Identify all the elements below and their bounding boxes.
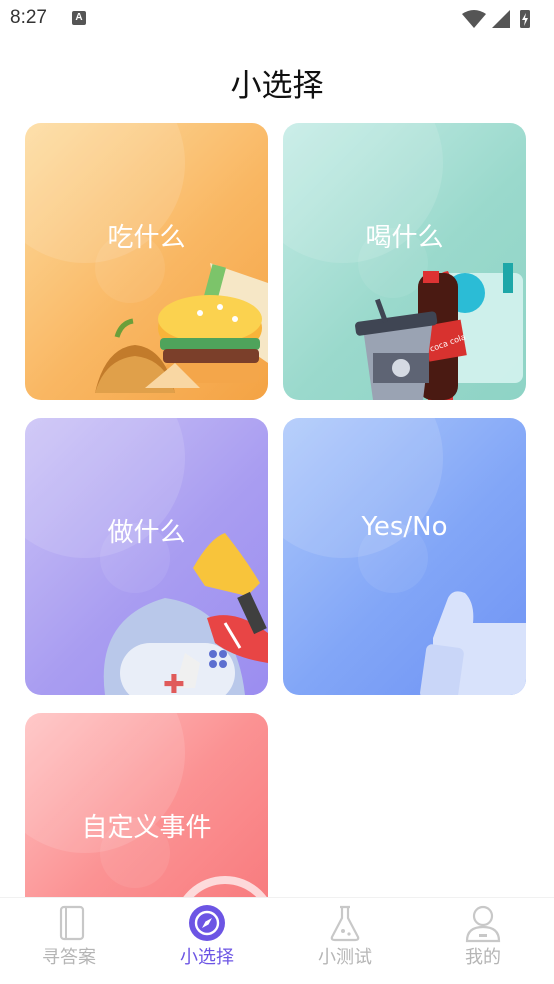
notification-icon: A <box>72 11 86 25</box>
page-title: 小选择 <box>230 68 324 104</box>
nav-label-answers: 寻答案 <box>42 947 96 968</box>
drinks-illustration: coca cola <box>355 263 523 400</box>
nav-label-choices: 小选择 <box>180 947 234 968</box>
nav-label-quiz: 小测试 <box>318 947 372 968</box>
nav-label-mine: 我的 <box>465 947 501 968</box>
nav-item-quiz[interactable]: 小测试 <box>276 898 414 984</box>
book-icon <box>59 905 85 941</box>
card-custom[interactable]: 自定义事件 <box>25 713 268 897</box>
status-time: 8:27 <box>10 7 47 28</box>
nav-item-choices[interactable]: 小选择 <box>138 898 276 984</box>
custom-event-illustration <box>183 876 267 897</box>
card-eat[interactable]: 吃什么 <box>25 123 268 400</box>
flask-icon <box>330 905 360 942</box>
bottom-nav: 寻答案 小选择 小测试 我的 <box>0 897 554 984</box>
nav-item-answers[interactable]: 寻答案 <box>0 898 138 984</box>
card-do[interactable]: 做什么 ✚ <box>25 418 268 695</box>
food-illustration <box>95 263 268 393</box>
status-icons <box>462 10 530 28</box>
svg-text:✚: ✚ <box>163 670 185 695</box>
wifi-icon <box>462 10 486 28</box>
compass-icon <box>189 905 225 941</box>
nav-item-mine[interactable]: 我的 <box>414 898 552 984</box>
user-icon <box>465 905 501 943</box>
status-bar: 8:27 A <box>0 0 554 38</box>
thumbs-up-illustration <box>420 591 526 695</box>
card-drink[interactable]: 喝什么 coca cola <box>283 123 526 400</box>
card-yesno[interactable]: Yes/No <box>283 418 526 695</box>
activities-illustration: ✚ <box>103 533 268 695</box>
signal-icon <box>492 10 510 28</box>
